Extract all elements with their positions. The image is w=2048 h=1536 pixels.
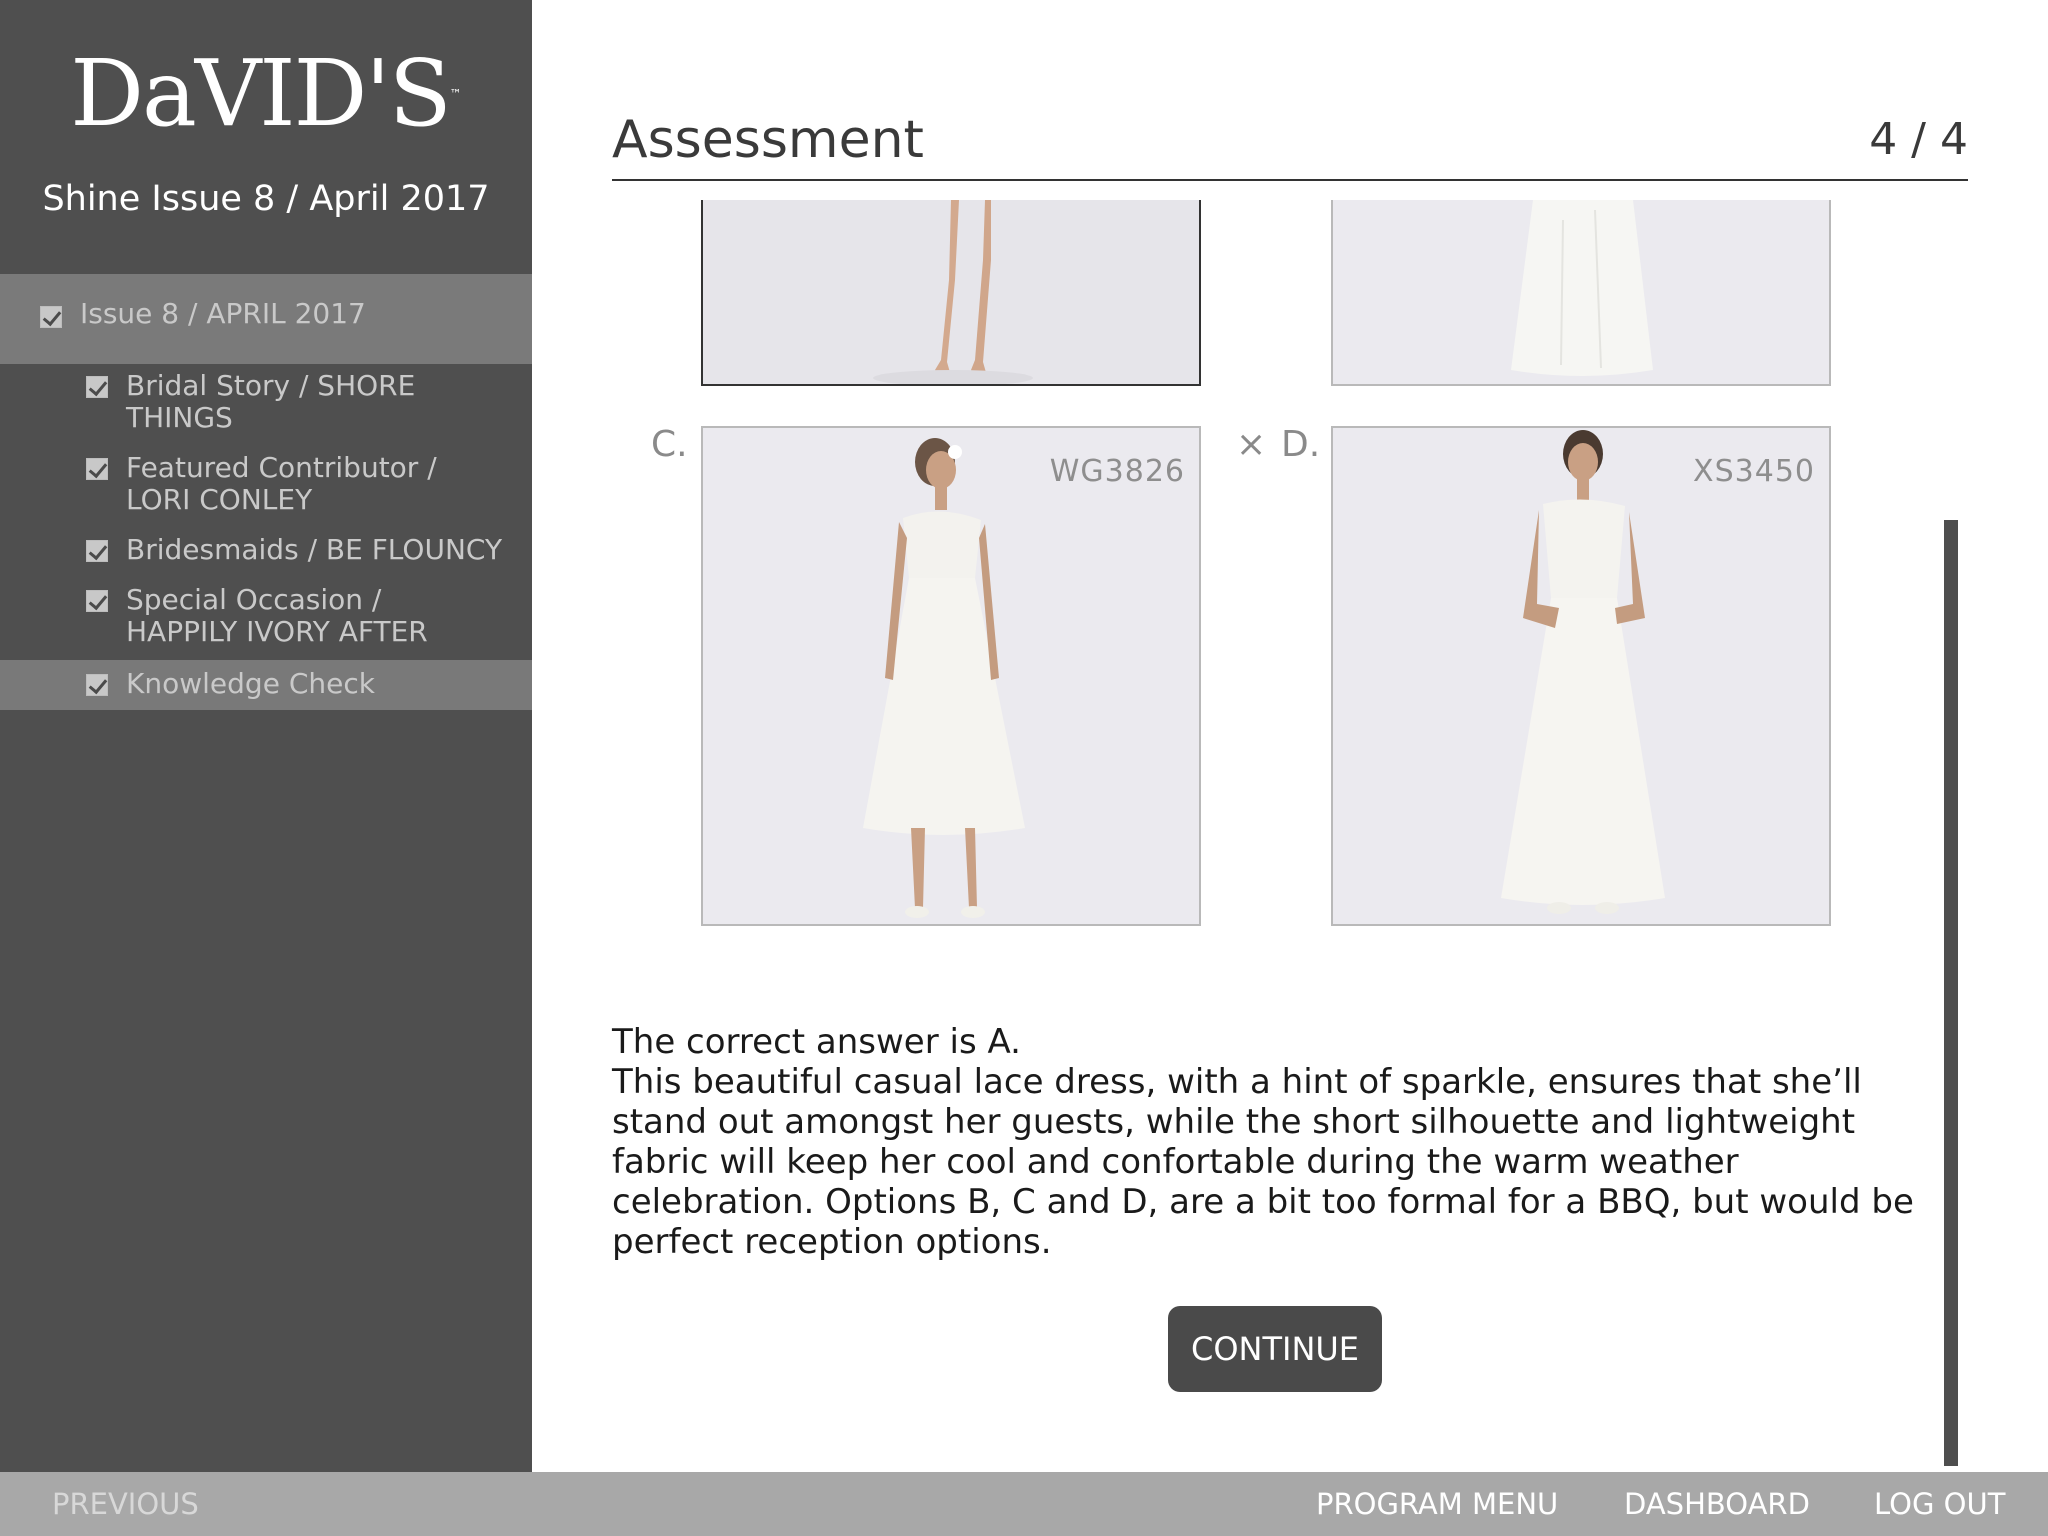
log-out-button[interactable]: LOG OUT bbox=[1874, 1486, 2005, 1522]
nav-item-label: Bridesmaids / BE FLOUNCY bbox=[126, 533, 503, 566]
nav-item-knowledge-check[interactable]: Knowledge Check bbox=[0, 660, 532, 710]
option-c-label: C. bbox=[651, 424, 688, 465]
nav-item-bridal-story[interactable]: Bridal Story / SHORE THINGS bbox=[0, 370, 532, 438]
previous-button[interactable]: PREVIOUS bbox=[52, 1486, 199, 1522]
checkbox-checked-icon bbox=[86, 540, 108, 562]
program-menu-button[interactable]: PROGRAM MENU bbox=[1316, 1486, 1558, 1522]
brand-logo: DaVID'S™ bbox=[70, 40, 462, 147]
dress-photo-gown-hem bbox=[1333, 200, 1829, 384]
scrollbar[interactable] bbox=[1944, 520, 1958, 1466]
page-indicator: 4 / 4 bbox=[1869, 114, 1968, 165]
dashboard-button[interactable]: DASHBOARD bbox=[1624, 1486, 1810, 1522]
product-code: WG3826 bbox=[1049, 454, 1185, 489]
nav-item-label-line2: THINGS bbox=[126, 401, 233, 434]
option-c-image[interactable]: WG3826 bbox=[701, 426, 1201, 926]
nav-item-special-occasion[interactable]: Special Occasion / HAPPILY IVORY AFTER bbox=[0, 584, 532, 652]
explanation-body: This beautiful casual lace dress, with a… bbox=[612, 1062, 1914, 1262]
answer-explanation: The correct answer is A. This beautiful … bbox=[612, 1022, 1932, 1262]
checkbox-checked-icon bbox=[86, 376, 108, 398]
checkbox-checked-icon bbox=[86, 674, 108, 696]
nav-item-label: Knowledge Check bbox=[126, 667, 375, 700]
option-d-label: D. bbox=[1281, 424, 1321, 465]
option-a-image[interactable] bbox=[701, 200, 1201, 386]
nav-item-label: Bridal Story / SHORE bbox=[126, 369, 416, 402]
option-b-image[interactable] bbox=[1331, 200, 1831, 386]
course-title: Shine Issue 8 / April 2017 bbox=[42, 179, 490, 219]
nav-item-label: Special Occasion / bbox=[126, 583, 382, 616]
nav-item-issue-8[interactable]: Issue 8 / APRIL 2017 bbox=[0, 274, 532, 364]
header-divider bbox=[612, 179, 1968, 181]
nav-item-label-line2: HAPPILY IVORY AFTER bbox=[126, 615, 428, 648]
checkbox-checked-icon bbox=[40, 306, 62, 328]
continue-button[interactable]: CONTINUE bbox=[1168, 1306, 1382, 1392]
correct-answer-line: The correct answer is A. bbox=[612, 1022, 1021, 1062]
nav-item-label-line2: LORI CONLEY bbox=[126, 483, 313, 516]
checkbox-checked-icon bbox=[86, 590, 108, 612]
footer-bar: PREVIOUS PROGRAM MENU DASHBOARD LOG OUT bbox=[0, 1472, 2048, 1536]
dress-photo-short-lace bbox=[703, 428, 1199, 924]
option-d-image[interactable]: XS3450 bbox=[1331, 426, 1831, 926]
nav-item-label: Issue 8 / APRIL 2017 bbox=[80, 297, 366, 330]
checkbox-checked-icon bbox=[86, 458, 108, 480]
nav-item-featured-contributor[interactable]: Featured Contributor / LORI CONLEY bbox=[0, 452, 532, 520]
dress-photo-long-gown bbox=[1333, 428, 1829, 924]
sidebar-navigation: DaVID'S™ Shine Issue 8 / April 2017 Issu… bbox=[0, 0, 532, 1472]
nav-item-label: Featured Contributor / bbox=[126, 451, 437, 484]
page-title: Assessment bbox=[612, 110, 924, 170]
nav-item-bridesmaids[interactable]: Bridesmaids / BE FLOUNCY bbox=[0, 534, 532, 570]
dress-photo-legs bbox=[703, 200, 1199, 384]
product-code: XS3450 bbox=[1693, 454, 1815, 489]
incorrect-x-icon: × bbox=[1236, 424, 1267, 465]
